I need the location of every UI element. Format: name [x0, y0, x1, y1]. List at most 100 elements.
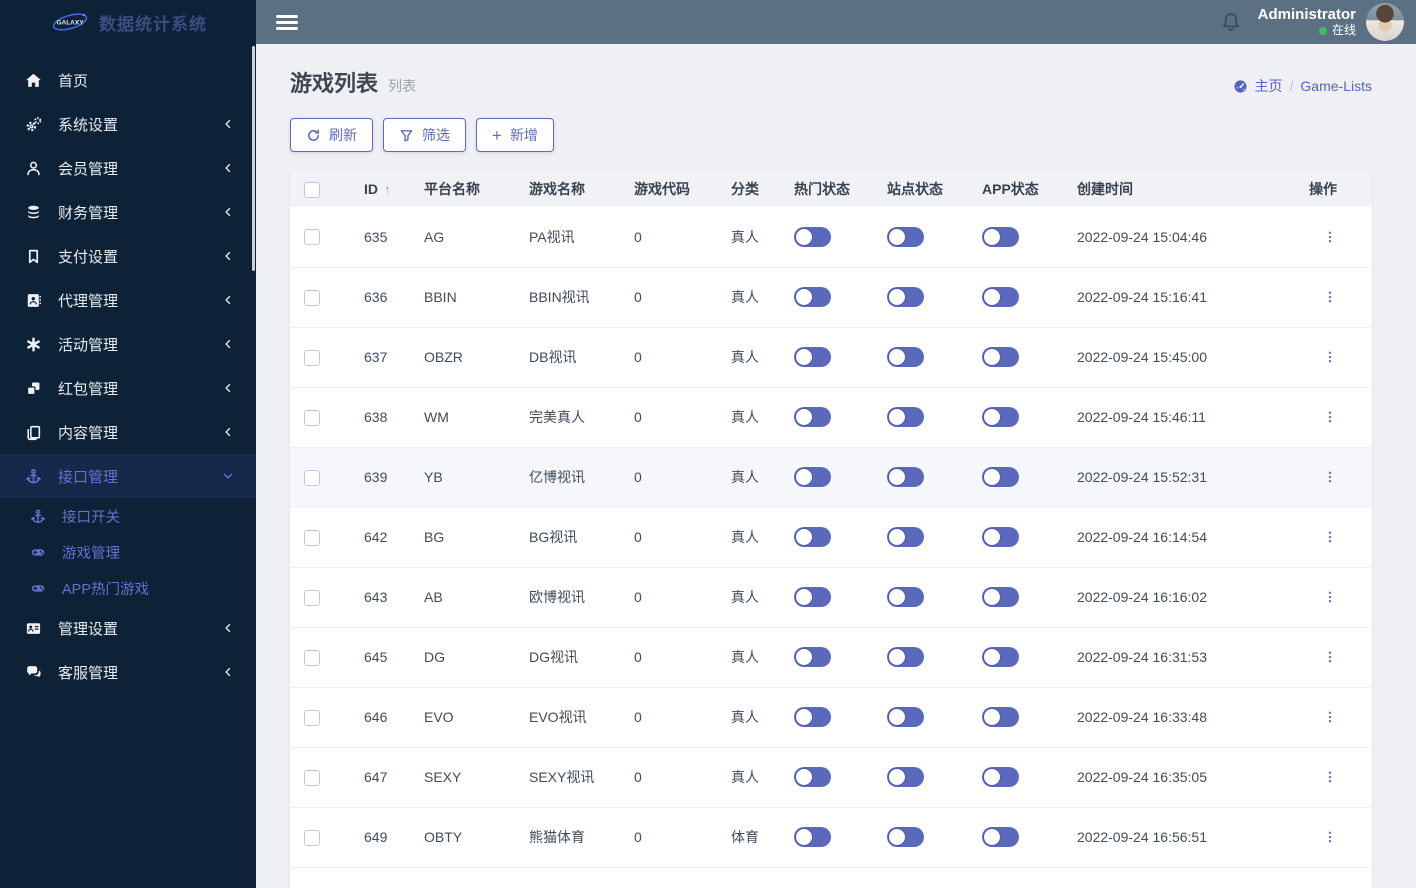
row-actions-menu-button[interactable]	[1319, 765, 1341, 789]
toggle-hot-status[interactable]	[794, 707, 831, 727]
row-actions-menu-button[interactable]	[1319, 465, 1341, 489]
toggle-hot-status[interactable]	[794, 287, 831, 307]
toggle-hot-status[interactable]	[794, 587, 831, 607]
sidebar-scrollbar-thumb[interactable]	[252, 46, 255, 271]
toggle-hot-status[interactable]	[794, 347, 831, 367]
sidebar-item-content-management[interactable]: 内容管理	[0, 410, 256, 454]
toggle-app-status[interactable]	[982, 707, 1019, 727]
cell-category: 真人	[717, 507, 780, 568]
sidebar-item-label: 支付设置	[58, 248, 119, 266]
row-actions-menu-button[interactable]	[1319, 705, 1341, 729]
refresh-button[interactable]: 刷新	[290, 118, 373, 152]
sidebar-item-service-management[interactable]: 客服管理	[0, 650, 256, 694]
row-actions-menu-button[interactable]	[1319, 225, 1341, 249]
toggle-hot-status[interactable]	[794, 467, 831, 487]
row-actions-menu-button[interactable]	[1319, 585, 1341, 609]
toggle-site-status[interactable]	[887, 226, 924, 247]
sidebar: GALAXY 数据统计系统 首页 系统设置 会员管理 财务管理支付设置代理管理 活动管理…	[0, 0, 256, 888]
row-checkbox[interactable]	[304, 289, 320, 306]
sidebar-item-admin-settings[interactable]: 管理设置	[0, 606, 256, 650]
toggle-site-status[interactable]	[887, 767, 924, 787]
toggle-app-status[interactable]	[982, 827, 1019, 847]
row-checkbox[interactable]	[304, 829, 320, 846]
add-button[interactable]: + 新增	[476, 118, 554, 152]
sidebar-item-activity-management[interactable]: 活动管理	[0, 322, 256, 366]
toggle-app-status[interactable]	[982, 467, 1019, 487]
toggle-app-status[interactable]	[982, 347, 1019, 367]
sidebar-subitem-game-management[interactable]: 游戏管理	[0, 534, 256, 570]
sidebar-item-agent-management[interactable]: 代理管理	[0, 278, 256, 322]
toggle-app-status[interactable]	[982, 226, 1019, 247]
cell-site	[873, 627, 968, 688]
cell-game-name: 欧博视讯	[515, 567, 620, 628]
app-logo[interactable]: GALAXY 数据统计系统	[0, 0, 256, 44]
toggle-hot-status[interactable]	[794, 767, 831, 787]
toggle-site-status[interactable]	[887, 587, 924, 607]
sidebar-item-interface-management[interactable]: 接口管理	[0, 454, 256, 498]
row-checkbox[interactable]	[304, 469, 320, 486]
toggle-site-status[interactable]	[887, 287, 924, 307]
cell-actions	[1295, 507, 1372, 568]
row-checkbox[interactable]	[304, 529, 320, 546]
toggle-site-status[interactable]	[887, 707, 924, 727]
row-checkbox[interactable]	[304, 349, 320, 366]
sidebar-subitem-interface-switch[interactable]: 接口开关	[0, 498, 256, 534]
cell-category: 真人	[717, 267, 780, 328]
column-header-actions: 操作	[1295, 171, 1372, 207]
toggle-hot-status[interactable]	[794, 407, 831, 427]
row-actions-menu-button[interactable]	[1319, 405, 1341, 429]
toggle-hot-status[interactable]	[794, 827, 831, 847]
sidebar-item-payment-settings[interactable]: 支付设置	[0, 234, 256, 278]
menu-toggle-button[interactable]	[276, 14, 298, 30]
sidebar-item-system-settings[interactable]: 系统设置	[0, 102, 256, 146]
sidebar-item-finance-management[interactable]: 财务管理	[0, 190, 256, 234]
row-actions-menu-button[interactable]	[1319, 345, 1341, 369]
sidebar-item-redpacket-management[interactable]: 红包管理	[0, 366, 256, 410]
toggle-app-status[interactable]	[982, 287, 1019, 307]
cell-created-time: 2022-09-24 16:14:54	[1063, 507, 1295, 568]
row-checkbox[interactable]	[304, 769, 320, 786]
copy-icon	[24, 423, 42, 441]
row-checkbox[interactable]	[304, 409, 320, 426]
breadcrumb-home[interactable]: 主页	[1255, 76, 1283, 96]
row-checkbox[interactable]	[304, 229, 320, 246]
toggle-app-status[interactable]	[982, 587, 1019, 607]
filter-button[interactable]: 筛选	[383, 118, 466, 152]
cell-id: 645	[350, 627, 410, 688]
breadcrumb-current[interactable]: Game-Lists	[1300, 78, 1372, 94]
sidebar-item-member-management[interactable]: 会员管理	[0, 146, 256, 190]
user-info[interactable]: Administrator 在线	[1258, 6, 1356, 37]
row-checkbox[interactable]	[304, 649, 320, 666]
user-icon	[24, 159, 42, 177]
toggle-app-status[interactable]	[982, 527, 1019, 547]
cell-actions	[1295, 267, 1372, 328]
toggle-app-status[interactable]	[982, 407, 1019, 427]
toggle-knob	[983, 468, 1001, 486]
toggle-app-status[interactable]	[982, 647, 1019, 667]
toggle-app-status[interactable]	[982, 767, 1019, 787]
toggle-site-status[interactable]	[887, 467, 924, 487]
row-actions-menu-button[interactable]	[1319, 645, 1341, 669]
sidebar-subitem-app-hot-games[interactable]: APP热门游戏	[0, 570, 256, 606]
column-header-label: 站点状态	[887, 181, 943, 197]
toggle-site-status[interactable]	[887, 407, 924, 427]
toggle-site-status[interactable]	[887, 527, 924, 547]
sort-asc-icon[interactable]: ↑	[384, 182, 391, 197]
cell-id: 643	[350, 567, 410, 628]
toggle-site-status[interactable]	[887, 827, 924, 847]
row-actions-menu-button[interactable]	[1319, 525, 1341, 549]
row-checkbox[interactable]	[304, 709, 320, 726]
row-actions-menu-button[interactable]	[1319, 285, 1341, 309]
avatar[interactable]	[1366, 3, 1404, 41]
toggle-hot-status[interactable]	[794, 226, 831, 247]
notifications-bell-icon[interactable]	[1220, 11, 1242, 33]
dashboard-gauge-icon	[1233, 79, 1248, 94]
sidebar-item-home[interactable]: 首页	[0, 58, 256, 102]
toggle-hot-status[interactable]	[794, 527, 831, 547]
toggle-site-status[interactable]	[887, 647, 924, 667]
toggle-hot-status[interactable]	[794, 647, 831, 667]
toggle-site-status[interactable]	[887, 347, 924, 367]
row-actions-menu-button[interactable]	[1319, 825, 1341, 849]
select-all-checkbox[interactable]	[304, 181, 320, 198]
row-checkbox[interactable]	[304, 589, 320, 606]
